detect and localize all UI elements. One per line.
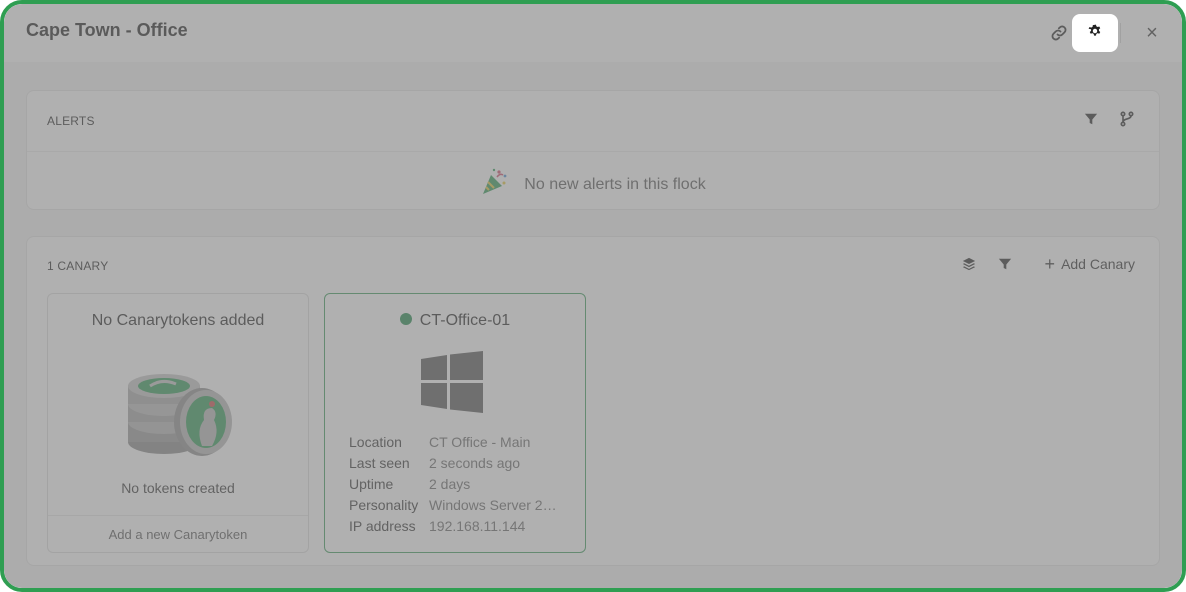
detail-row-location: Location CT Office - Main [349,432,569,453]
canary-device-card[interactable]: CT-Office-01 Location CT Office - Main L… [324,293,586,553]
alerts-panel: ALERTS No new alerts in this flock [26,90,1160,210]
filter-icon [998,257,1012,276]
detail-row-personality: Personality Windows Server 2… [349,495,569,516]
add-canary-button[interactable]: + Add Canary [1044,254,1135,274]
no-tokens-text: No tokens created [121,480,235,496]
detail-value: Windows Server 2… [429,497,557,513]
detail-key: Location [349,434,402,450]
add-canary-label: Add Canary [1061,256,1135,272]
coin-stack-illustration [122,364,234,469]
add-canarytoken-link[interactable]: Add a new Canarytoken [48,515,308,552]
link-icon [1050,24,1068,42]
status-online-indicator [399,313,412,325]
gear-icon [1088,24,1102,43]
device-title: CT-Office-01 [325,312,585,330]
party-popper-icon [480,167,510,202]
no-alerts-text: No new alerts in this flock [524,175,706,193]
header-divider [1120,23,1121,43]
device-name: CT-Office-01 [419,312,511,329]
windows-icon [421,351,483,418]
detail-row-uptime: Uptime 2 days [349,474,569,495]
alerts-title: ALERTS [47,114,95,128]
device-details: Location CT Office - Main Last seen 2 se… [349,432,569,537]
close-icon: × [1146,21,1158,44]
alerts-filter-button[interactable] [1079,109,1103,133]
detail-row-last-seen: Last seen 2 seconds ago [349,453,569,474]
plus-icon: + [1044,254,1056,274]
detail-value: 2 seconds ago [429,455,521,471]
settings-button[interactable] [1072,14,1118,52]
flock-window: Cape Town - Office × ALERTS No new alert… [0,0,1186,592]
canaries-title: 1 CANARY [47,259,109,273]
branch-icon [1119,110,1135,132]
detail-key: Personality [349,497,419,513]
no-alerts-message: No new alerts in this flock [27,167,1159,202]
canaries-panel: 1 CANARY + Add Canary No Canarytokens ad… [26,236,1160,566]
detail-key: IP address [349,518,416,534]
canarytokens-card-title: No Canarytokens added [91,312,265,329]
flock-content: ALERTS No new alerts in this flock 1 CAN… [4,62,1182,588]
canarytokens-card[interactable]: No Canarytokens added No tokens created … [47,293,309,553]
detail-row-ip-address: IP address 192.168.11.144 [349,516,569,537]
alerts-branch-button[interactable] [1115,109,1139,133]
detail-value: 2 days [429,476,471,492]
alerts-divider [27,151,1159,152]
canaries-filter-button[interactable] [993,254,1017,278]
window-header: Cape Town - Office × [4,4,1182,62]
detail-value: CT Office - Main [429,434,531,450]
detail-value: 192.168.11.144 [429,518,526,534]
filter-icon [1084,112,1098,131]
detail-key: Last seen [349,455,410,471]
detail-key: Uptime [349,476,394,492]
page-title: Cape Town - Office [26,20,188,40]
canaries-layers-button[interactable] [957,254,981,278]
layers-icon [962,257,976,276]
close-button[interactable]: × [1129,14,1175,52]
